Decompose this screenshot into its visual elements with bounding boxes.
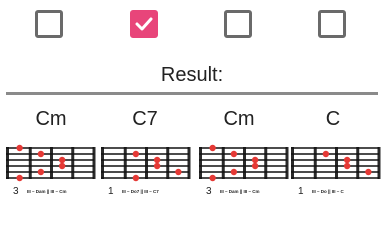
option-3-checkbox[interactable] (224, 10, 252, 38)
option-3: ? (192, 0, 288, 56)
chord-diagram-2: 1 III – Do7 || III – C7 (101, 147, 191, 197)
options-row: ? ? ? ? (0, 0, 384, 56)
chord-name-3: Cm (223, 108, 255, 130)
fret-line (166, 147, 170, 179)
finger-dot (343, 162, 351, 170)
nut (291, 147, 294, 179)
fret-line (92, 147, 96, 179)
nut (101, 147, 104, 179)
nut (6, 147, 9, 179)
option-2-label: ? (96, 0, 192, 3)
fret-line (335, 147, 338, 179)
fret-line (221, 147, 225, 179)
fret-line (145, 147, 148, 179)
fret-line (123, 147, 127, 179)
option-1: ? (0, 0, 96, 56)
fret-number: 1 (298, 186, 304, 197)
option-4-checkbox[interactable] (318, 10, 346, 38)
option-2-checkbox[interactable] (130, 10, 158, 38)
nut (199, 147, 202, 179)
finger-dot (16, 174, 23, 182)
fret-line (285, 147, 289, 179)
finger-dot (230, 150, 238, 158)
option-1-checkbox[interactable] (35, 10, 63, 38)
finger-dot (37, 168, 45, 176)
chord-caption: III – Do7 || III – C7 (122, 189, 159, 194)
fret-line (71, 147, 75, 179)
option-1-label: ? (0, 0, 96, 3)
finger-dot (153, 156, 161, 164)
finger-dot (16, 144, 23, 152)
divider (6, 92, 378, 95)
finger-dot (251, 162, 259, 170)
chord-caption: III – Do || III – C (312, 189, 345, 194)
finger-dot (132, 174, 140, 182)
chord-caption: III – Dam || III – Cm (220, 189, 260, 194)
chord-diagram-3: 3 III – Dam || III – Cm (199, 144, 289, 197)
chord-name-2: C7 (132, 108, 158, 130)
fret-line (187, 147, 191, 179)
finger-dot (230, 168, 238, 176)
finger-dot (153, 162, 161, 170)
fret-line (377, 147, 381, 179)
finger-dot (58, 156, 66, 164)
chord-diagram-4: 1 III – Do || III – C (291, 147, 381, 197)
finger-dot (58, 162, 66, 170)
chord-name-1: Cm (35, 108, 67, 130)
chord-name-4: C (325, 108, 341, 130)
finger-dot (209, 144, 216, 152)
option-2: ? (96, 0, 192, 56)
finger-dot (322, 150, 330, 158)
finger-dot (365, 168, 372, 176)
finger-dot (175, 168, 182, 176)
fret-line (243, 147, 246, 179)
option-3-label: ? (192, 0, 288, 3)
chord-diagrams: 3 III – Dam || III – Cm 1 III – Do7 || III… (6, 144, 381, 197)
fret-number: 3 (13, 186, 19, 197)
fret-number: 3 (206, 186, 212, 197)
fret-line (313, 147, 317, 179)
fret-line (28, 147, 32, 179)
fret-line (356, 147, 360, 179)
chord-caption: III – Dam || III – Cm (27, 189, 67, 194)
finger-dot (132, 150, 140, 158)
option-4-label: ? (288, 0, 384, 3)
checkmark-icon (135, 17, 153, 31)
finger-dot (343, 156, 351, 164)
finger-dot (251, 156, 259, 164)
finger-dot (209, 174, 216, 182)
result-title: Result: (160, 64, 224, 86)
fret-number: 1 (108, 186, 114, 197)
fret-line (50, 147, 53, 179)
chord-diagram-1: 3 III – Dam || III – Cm (6, 144, 96, 197)
fret-line (264, 147, 268, 179)
option-4: ? (288, 0, 384, 56)
finger-dot (37, 150, 45, 158)
